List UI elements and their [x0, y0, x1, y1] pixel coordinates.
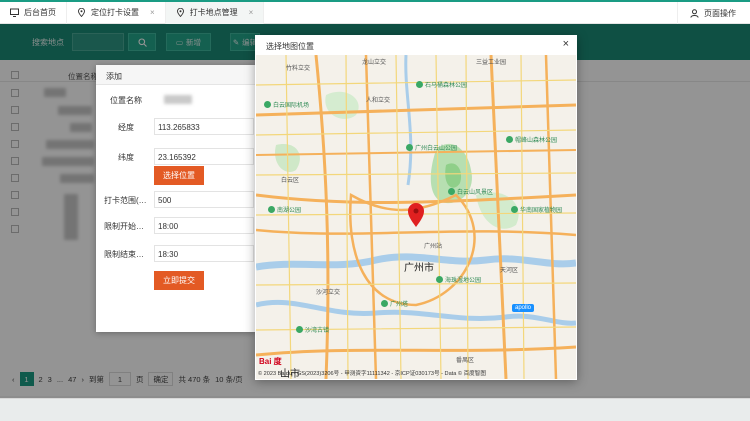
- latitude-input[interactable]: 23.165392: [154, 148, 254, 165]
- location-marker-icon[interactable]: [408, 203, 424, 227]
- redacted-value: [164, 95, 192, 104]
- field-label: 限制开始…: [104, 222, 144, 231]
- add-place-dialog: 添加 位置名称 经度 113.265833 纬度 23.165392 选择位置 …: [96, 65, 256, 332]
- poi-marker[interactable]: 石马桶森林公园: [416, 80, 467, 89]
- poi-marker[interactable]: 白云山风景区: [448, 187, 493, 196]
- park-icon: [448, 188, 455, 195]
- tab-label: 打卡地点管理: [189, 8, 238, 17]
- park-icon: [511, 206, 518, 213]
- park-icon: [506, 136, 513, 143]
- poi-marker[interactable]: 广州白云山公园: [406, 143, 457, 152]
- map-label: 白云区: [281, 178, 300, 184]
- dialog-title: 选择地图位置: [266, 42, 314, 51]
- form-row-latitude: 纬度 23.165392: [96, 146, 256, 166]
- poi-label: 帽峰山森林公园: [515, 138, 558, 144]
- start-time-input[interactable]: 18:00: [154, 217, 254, 234]
- poi-label: 南湖公园: [277, 208, 302, 214]
- map-label: 竹料立交: [286, 66, 311, 72]
- field-label: 纬度: [118, 153, 134, 162]
- city-label: 广州市: [404, 263, 434, 274]
- highway: [256, 193, 576, 204]
- map-label: 龙山立交: [362, 60, 387, 66]
- close-icon[interactable]: ×: [249, 8, 254, 17]
- location-pin-icon: [78, 8, 85, 17]
- map-copyright: © 2023 Baidu - GS(2023)3206号 - 甲测资字11111…: [258, 371, 486, 377]
- field-label: 经度: [118, 123, 134, 132]
- field-label: 位置名称: [110, 96, 142, 105]
- green-area: [325, 91, 359, 119]
- park-icon: [296, 326, 303, 333]
- form-row-range: 打卡范围(… 500: [96, 189, 256, 209]
- form-row-longitude: 经度 113.265833: [96, 116, 256, 136]
- close-icon[interactable]: ×: [563, 38, 569, 50]
- baidu-logo: Bai 度: [259, 357, 282, 366]
- tab-label: 后台首页: [24, 8, 56, 17]
- poi-label: 白云国际机场: [273, 103, 310, 109]
- field-label: 打卡范围(…: [104, 196, 147, 205]
- form-row-start-time: 限制开始… 18:00: [96, 215, 256, 235]
- poi-label: 广州塔: [390, 302, 409, 308]
- poi-marker[interactable]: 海珠湿地公园: [436, 275, 481, 284]
- submit-button[interactable]: 立即提交: [154, 271, 204, 290]
- map-label: 三益工业园: [476, 60, 507, 66]
- select-location-button[interactable]: 选择位置: [154, 166, 204, 185]
- tab-label: 定位打卡设置: [91, 8, 139, 17]
- poi-marker[interactable]: 帽峰山森林公园: [506, 135, 557, 144]
- dialog-title: 添加: [96, 65, 256, 85]
- footer-bar: [0, 398, 750, 421]
- tab-location-settings[interactable]: 定位打卡设置 ×: [67, 1, 166, 24]
- river: [404, 55, 413, 186]
- monitor-icon: [10, 8, 19, 17]
- poi-label: 沙湾古镇: [305, 328, 330, 334]
- location-pin-icon: [176, 8, 184, 17]
- map-picker-dialog: 选择地图位置 × 龙山立交 三益工业园 竹料立交 人和立交 白云区 沙河立交 天…: [255, 35, 577, 380]
- page-ops-label: 页面操作: [704, 8, 736, 18]
- poi-marker[interactable]: 白云国际机场: [264, 100, 309, 109]
- highway: [256, 228, 576, 237]
- park-icon: [264, 101, 271, 108]
- park-icon: [436, 276, 443, 283]
- map-label: 天河区: [500, 268, 519, 274]
- map-label: 沙河立交: [316, 290, 341, 296]
- poi-label: 广州白云山公园: [415, 146, 458, 152]
- form-row-end-time: 限制结束… 18:30: [96, 243, 256, 263]
- tab-checkin-places[interactable]: 打卡地点管理 ×: [165, 1, 265, 24]
- highway: [256, 345, 576, 357]
- baidu-map[interactable]: 龙山立交 三益工业园 竹料立交 人和立交 白云区 沙河立交 天河区 番禺区 广州…: [256, 55, 576, 379]
- longitude-input[interactable]: 113.265833: [154, 118, 254, 135]
- park-icon: [416, 81, 423, 88]
- field-label: 限制结束…: [104, 250, 144, 259]
- poi-label: 石马桶森林公园: [425, 83, 468, 89]
- park-icon: [406, 144, 413, 151]
- poi-label: 白云山风景区: [457, 190, 494, 196]
- range-input[interactable]: 500: [154, 191, 254, 208]
- tab-home[interactable]: 后台首页: [0, 1, 67, 24]
- park-icon: [381, 300, 388, 307]
- poi-label: 海珠湿地公园: [445, 278, 482, 284]
- highway: [544, 55, 558, 379]
- form-row-name: 位置名称: [96, 89, 256, 109]
- page-operations-button[interactable]: 页面操作: [677, 2, 736, 24]
- poi-marker[interactable]: 华南国家植物园: [511, 205, 562, 214]
- poi-marker[interactable]: 广州塔: [381, 299, 408, 308]
- map-label: 人和立交: [366, 98, 391, 104]
- map-label: 广州站: [424, 244, 443, 250]
- park-icon: [268, 206, 275, 213]
- map-label: 番禺区: [456, 358, 475, 364]
- poi-label: 华南国家植物园: [520, 208, 563, 214]
- close-icon[interactable]: ×: [150, 8, 155, 17]
- poi-marker[interactable]: 沙湾古镇: [296, 325, 329, 334]
- poi-marker[interactable]: 南湖公园: [268, 205, 301, 214]
- user-icon: [690, 8, 699, 18]
- apollo-badge: apollo: [512, 304, 535, 312]
- top-tab-bar: 后台首页 定位打卡设置 × 打卡地点管理 × 页面操作: [0, 0, 750, 24]
- end-time-input[interactable]: 18:30: [154, 245, 254, 262]
